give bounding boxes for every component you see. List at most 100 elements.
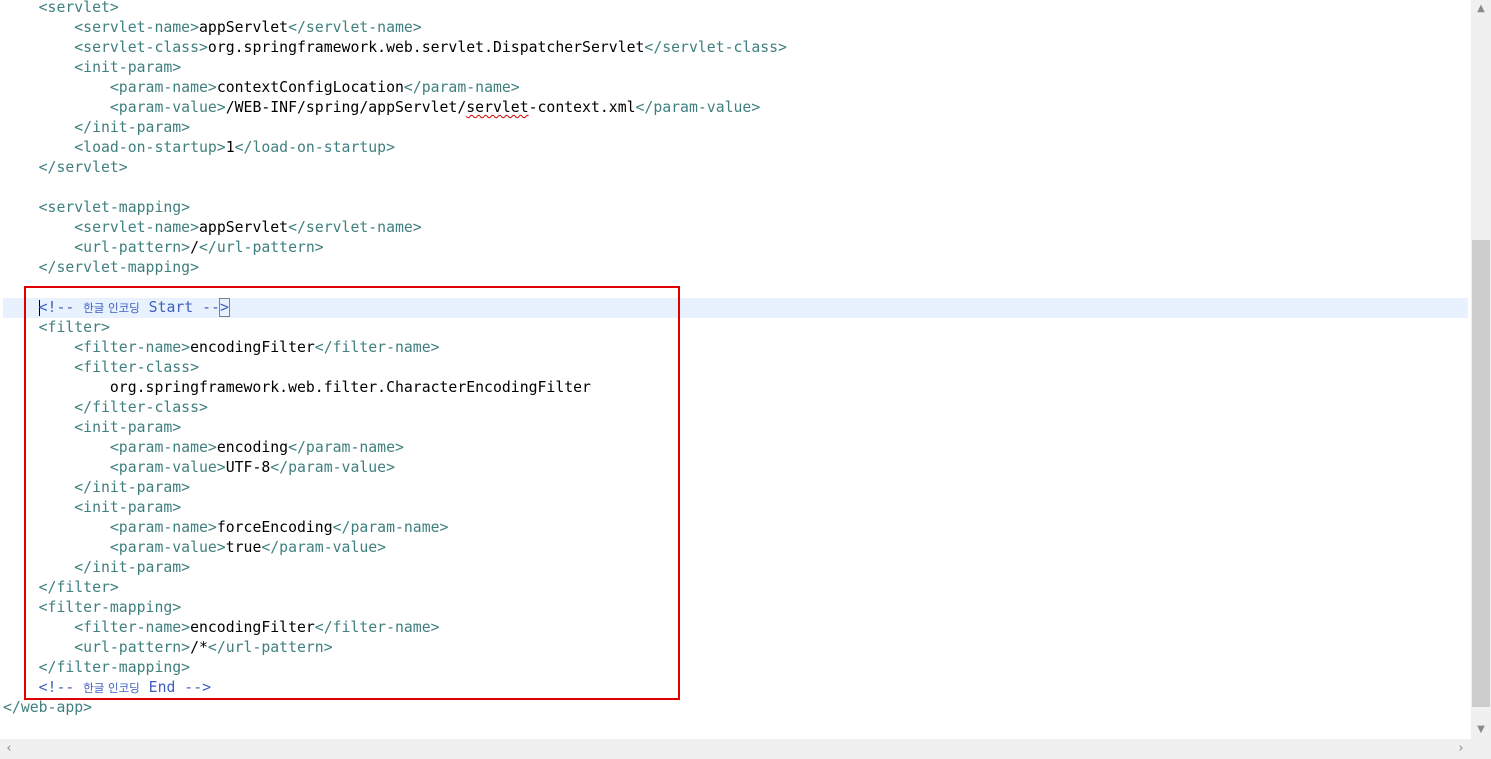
code-line[interactable]: </init-param>	[3, 558, 1468, 578]
code-line[interactable]: <param-name>encoding</param-name>	[3, 438, 1468, 458]
xml-tag: <url-pattern>	[3, 639, 191, 656]
horizontal-scrollbar[interactable]: ‹ ›	[0, 739, 1471, 759]
scroll-up-arrow-icon[interactable]: ▲	[1471, 0, 1491, 18]
code-line[interactable]: <!-- 한글 인코딩 Start -->	[3, 298, 1468, 318]
code-line[interactable]: <filter-mapping>	[3, 598, 1468, 618]
code-line[interactable]: <load-on-startup>1</load-on-startup>	[3, 138, 1468, 158]
code-line[interactable]: <param-name>forceEncoding</param-name>	[3, 518, 1468, 538]
xml-text: forceEncoding	[216, 519, 333, 536]
xml-tag: </servlet-mapping>	[3, 259, 199, 276]
xml-tag: </filter-name>	[314, 619, 440, 636]
xml-tag: <param-value>	[3, 99, 226, 116]
xml-tag: <filter-name>	[3, 339, 191, 356]
xml-tag: <url-pattern>	[3, 239, 191, 256]
scroll-right-arrow-icon[interactable]: ›	[1452, 739, 1470, 759]
code-line[interactable]: <url-pattern>/</url-pattern>	[3, 238, 1468, 258]
xml-text: true	[225, 539, 262, 556]
code-line[interactable]: org.springframework.web.filter.Character…	[3, 378, 1468, 398]
code-line[interactable]: <filter>	[3, 318, 1468, 338]
code-line[interactable]: <url-pattern>/*</url-pattern>	[3, 638, 1468, 658]
code-line[interactable]: <filter-class>	[3, 358, 1468, 378]
code-lines[interactable]: <servlet> <servlet-name>appServlet</serv…	[3, 0, 1468, 718]
xml-tag: <load-on-startup>	[3, 139, 226, 156]
xml-text: UTF-8	[225, 459, 271, 476]
xml-comment-korean: 한글 인코딩	[83, 679, 140, 696]
xml-tag: </param-value>	[261, 539, 387, 556]
xml-tag: </url-pattern>	[199, 239, 324, 256]
xml-comment: <!--	[38, 299, 84, 316]
code-line[interactable]: <param-name>contextConfigLocation</param…	[3, 78, 1468, 98]
xml-text: /WEB-INF/spring/appServlet/	[225, 99, 467, 116]
code-line[interactable]: </init-param>	[3, 118, 1468, 138]
xml-text: appServlet	[199, 19, 289, 36]
xml-comment: Start --	[139, 299, 220, 316]
code-line[interactable]: </filter-class>	[3, 398, 1468, 418]
xml-tag: <param-name>	[3, 519, 217, 536]
xml-tag: <init-param>	[3, 59, 182, 76]
scroll-left-arrow-icon[interactable]: ‹	[0, 739, 18, 759]
xml-comment: End -->	[139, 679, 212, 696]
xml-tag: <filter-name>	[3, 619, 191, 636]
code-line[interactable]: <filter-name>encodingFilter</filter-name…	[3, 618, 1468, 638]
code-line[interactable]: <init-param>	[3, 498, 1468, 518]
xml-tag: </param-name>	[332, 519, 449, 536]
xml-text: 1	[225, 139, 235, 156]
code-line[interactable]: </web-app>	[3, 698, 1468, 718]
code-line[interactable]: <init-param>	[3, 418, 1468, 438]
xml-text: /	[190, 239, 199, 256]
xml-tag: <init-param>	[3, 499, 182, 516]
xml-tag: </init-param>	[3, 559, 191, 576]
xml-tag: <param-name>	[3, 439, 217, 456]
xml-tag: </filter-mapping>	[3, 659, 191, 676]
code-line[interactable]: </init-param>	[3, 478, 1468, 498]
scroll-down-arrow-icon[interactable]: ▼	[1471, 721, 1491, 739]
code-line[interactable]: <servlet-mapping>	[3, 198, 1468, 218]
code-line[interactable]: <servlet-name>appServlet</servlet-name>	[3, 18, 1468, 38]
code-line[interactable]: <param-value>UTF-8</param-value>	[3, 458, 1468, 478]
code-line[interactable]: <servlet-name>appServlet</servlet-name>	[3, 218, 1468, 238]
xml-tag: </servlet-name>	[288, 19, 422, 36]
scrollbar-corner	[1471, 739, 1491, 759]
xml-tag: </filter>	[3, 579, 119, 596]
xml-tag: </param-value>	[270, 459, 395, 476]
xml-text: org.springframework.web.servlet.Dispatch…	[207, 39, 645, 56]
xml-tag: </load-on-startup>	[234, 139, 395, 156]
code-line[interactable]: <param-value>/WEB-INF/spring/appServlet/…	[3, 98, 1468, 118]
code-line[interactable]: </filter-mapping>	[3, 658, 1468, 678]
xml-text: /*	[190, 639, 208, 656]
xml-tag: </param-value>	[635, 99, 761, 116]
code-line[interactable]: </servlet>	[3, 158, 1468, 178]
code-line[interactable]: <!-- 한글 인코딩 End -->	[3, 678, 1468, 698]
xml-tag: <servlet-class>	[3, 39, 208, 56]
xml-tag: <servlet-name>	[3, 19, 199, 36]
xml-comment-korean-text: 한글 인코딩	[83, 681, 140, 695]
xml-tag: </param-name>	[403, 79, 520, 96]
code-line[interactable]: <servlet>	[3, 0, 1468, 18]
xml-tag: <init-param>	[3, 419, 182, 436]
code-line[interactable]: </servlet-mapping>	[3, 258, 1468, 278]
xml-tag: <param-value>	[3, 459, 226, 476]
code-line[interactable]: <servlet-class>org.springframework.web.s…	[3, 38, 1468, 58]
xml-tag: </param-name>	[288, 439, 404, 456]
xml-text: appServlet	[199, 219, 289, 236]
xml-tag: </servlet-class>	[644, 39, 787, 56]
xml-tag: <filter>	[3, 319, 110, 336]
xml-tag: </servlet-name>	[288, 219, 422, 236]
vertical-scrollbar[interactable]: ▲ ▼	[1471, 0, 1491, 739]
code-line[interactable]: </filter>	[3, 578, 1468, 598]
xml-tag: </web-app>	[3, 699, 93, 716]
xml-editor[interactable]: <servlet> <servlet-name>appServlet</serv…	[0, 0, 1471, 739]
xml-comment: <!--	[3, 679, 84, 696]
xml-tag: <param-value>	[3, 539, 226, 556]
xml-text: -context.xml	[528, 99, 636, 116]
xml-comment-korean-text: 한글 인코딩	[83, 301, 140, 315]
code-line[interactable]: <filter-name>encodingFilter</filter-name…	[3, 338, 1468, 358]
code-line[interactable]: <param-value>true</param-value>	[3, 538, 1468, 558]
xml-tag: </filter-class>	[3, 399, 208, 416]
code-line[interactable]	[3, 278, 1468, 298]
xml-tag: </url-pattern>	[207, 639, 333, 656]
vertical-scrollbar-thumb[interactable]	[1472, 240, 1490, 707]
code-line[interactable]: <init-param>	[3, 58, 1468, 78]
code-line[interactable]	[3, 178, 1468, 198]
xml-tag: <servlet>	[3, 0, 119, 16]
